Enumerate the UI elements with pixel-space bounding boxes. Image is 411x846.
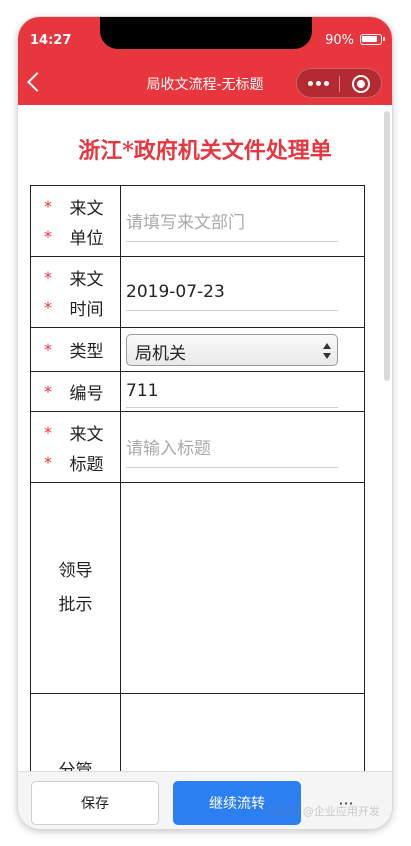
- document-form-table: * 来文 * 单位 请填写来文部门 * 来文 * 时间 2019-07-23 * 类型: [30, 185, 365, 771]
- capsule-divider: [339, 76, 340, 92]
- row-source-unit: * 来文 * 单位 请填写来文部门: [30, 185, 365, 257]
- status-time: 14:27: [30, 33, 72, 48]
- battery-icon: [360, 34, 385, 45]
- leader-instructions-area[interactable]: [120, 482, 365, 694]
- source-time-input[interactable]: 2019-07-23: [126, 274, 338, 311]
- label-in-charge: 分管: [30, 693, 121, 771]
- row-number: * 编号 711: [30, 371, 365, 412]
- scrollbar-thumb[interactable]: [384, 111, 390, 381]
- number-input[interactable]: 711: [126, 375, 338, 408]
- form-content[interactable]: 浙江*政府机关文件处理单 * 来文 * 单位 请填写来文部门 * 来文 * 时间 201…: [18, 105, 392, 771]
- type-select-value: 局机关: [135, 343, 186, 364]
- subject-input[interactable]: 请输入标题: [126, 426, 338, 468]
- row-source-time: * 来文 * 时间 2019-07-23: [30, 256, 365, 328]
- required-mark: *: [44, 226, 52, 246]
- miniprogram-capsule: [296, 68, 382, 98]
- source-time-cell: 2019-07-23: [120, 256, 365, 328]
- battery-percentage: 90%: [325, 33, 354, 48]
- phone-frame: 14:27 90% 局收文流程-无标题 浙江*政府机关文件处理单 * 来文 * 单位…: [18, 17, 392, 829]
- number-cell: 711: [120, 371, 365, 412]
- row-leader-instructions: 领导 批示: [30, 482, 365, 694]
- source-unit-cell: 请填写来文部门: [120, 185, 365, 257]
- select-arrows-icon: [323, 342, 331, 359]
- type-cell: 局机关: [120, 327, 365, 372]
- type-select[interactable]: 局机关: [126, 333, 338, 366]
- required-mark: *: [44, 267, 52, 287]
- label-subject: * 来文 * 标题: [30, 411, 121, 483]
- label-source-time: * 来文 * 时间: [30, 256, 121, 328]
- required-mark: *: [44, 297, 52, 317]
- required-mark: *: [44, 452, 52, 472]
- save-button[interactable]: 保存: [31, 781, 159, 825]
- in-charge-area[interactable]: [120, 693, 365, 771]
- required-mark: *: [44, 196, 52, 216]
- required-mark: *: [44, 382, 52, 401]
- label-type: * 类型: [30, 327, 121, 372]
- label-number: * 编号: [30, 371, 121, 412]
- subject-cell: 请输入标题: [120, 411, 365, 483]
- more-dots-icon[interactable]: [308, 81, 330, 87]
- navigation-bar: 局收文流程-无标题: [18, 61, 392, 105]
- row-subject: * 来文 * 标题 请输入标题: [30, 411, 365, 483]
- close-target-icon[interactable]: [352, 75, 370, 93]
- required-mark: *: [44, 422, 52, 442]
- document-title: 浙江*政府机关文件处理单: [78, 138, 332, 164]
- watermark: CSDN @企业应用开发: [268, 805, 380, 818]
- source-unit-input[interactable]: 请填写来文部门: [126, 200, 338, 242]
- device-notch: [100, 17, 312, 49]
- required-mark: *: [44, 340, 52, 359]
- bottom-action-bar: 保存 继续流转 ···: [18, 771, 392, 829]
- label-leader-instructions: 领导 批示: [30, 482, 121, 694]
- row-type: * 类型 局机关: [30, 327, 365, 372]
- label-source-unit: * 来文 * 单位: [30, 185, 121, 257]
- row-in-charge: 分管: [30, 693, 365, 771]
